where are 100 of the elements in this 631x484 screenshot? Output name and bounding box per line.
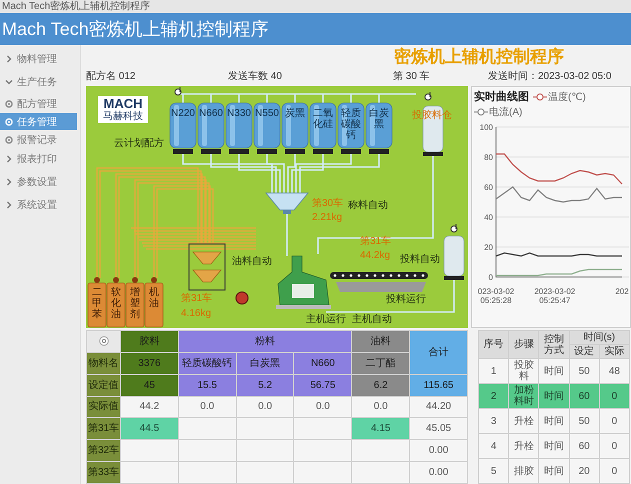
sidebar-subitem[interactable]: 报警记录 xyxy=(0,131,77,148)
table-cell: 0.0 xyxy=(178,396,236,418)
table-cell: 4 xyxy=(478,434,509,458)
column-header: 控制方式 xyxy=(538,330,570,358)
table-row[interactable]: 5 排胶 时间 20 0 xyxy=(478,458,630,484)
table-cell: 0.00 xyxy=(410,440,468,462)
tick-label: 2023-03-02 05:25:47 xyxy=(533,287,576,305)
legend-label: 电流(A) xyxy=(489,106,522,119)
silo-label: N220 xyxy=(171,108,195,119)
silo-label: N330 xyxy=(227,108,251,119)
status-label: 油料自动 xyxy=(232,256,272,267)
cars-sent-label: 发送车数 40 xyxy=(228,70,283,84)
column-header: 油料 xyxy=(352,330,410,352)
table-cell: 0 xyxy=(599,408,630,434)
table-cell: 时间 xyxy=(538,358,570,384)
send-time-label: 发送时间：2023-03-02 05:0 xyxy=(488,70,612,84)
tick-label: 60 xyxy=(484,183,493,192)
silo-label: 二氧化硅 xyxy=(312,108,334,130)
table-cell: 45.05 xyxy=(410,418,468,440)
table-cell: 0.0 xyxy=(352,396,410,418)
chart-title: 实时曲线图 xyxy=(474,90,529,104)
recipe-source-label: 云计划配方 xyxy=(114,138,164,149)
row-header: 实际值 xyxy=(86,396,120,418)
legend-marker-icon xyxy=(533,92,547,100)
table-row[interactable]: 4 升栓 时间 60 0 xyxy=(478,434,630,458)
tank-label: 二甲苯 xyxy=(92,287,102,320)
table-cell: 48 xyxy=(599,358,630,384)
status-label: 主机运行 xyxy=(306,314,346,325)
table-row[interactable]: 3 升栓 时间 50 0 xyxy=(478,408,630,434)
tick-label: 40 xyxy=(484,213,493,222)
table-cell: 20 xyxy=(569,458,600,484)
tick-label: 023-03-02 05:25:28 xyxy=(476,287,516,305)
tick-label: 202 xyxy=(615,287,629,296)
status-label: 称料自动 xyxy=(348,200,388,211)
app-title: Mach Tech密炼机上辅机控制程序 xyxy=(1,18,269,41)
sidebar-subitem[interactable]: 配方管理 xyxy=(0,95,77,112)
row-header: 第31车 xyxy=(86,418,120,440)
legend-label: 温度(℃) xyxy=(548,90,586,104)
sidebar-item[interactable]: 报表打印 xyxy=(0,149,80,169)
table-cell: 时间 xyxy=(538,408,570,434)
silo-label: N660 xyxy=(199,108,223,119)
table-cell: 56.75 xyxy=(294,374,352,396)
column-header: 合计 xyxy=(410,330,468,374)
table-cell: 44.2 xyxy=(120,396,178,418)
table-cell: 二丁酯 xyxy=(352,352,410,374)
column-header: 胶料 xyxy=(120,330,178,352)
window-title: Mach Tech密炼机上辅机控制程序 xyxy=(2,0,150,12)
sidebar-item[interactable]: 物料管理 xyxy=(0,49,80,69)
table-cell: 升栓 xyxy=(508,434,539,458)
car-number: 第30车 xyxy=(312,198,344,209)
table-cell: 时间 xyxy=(538,384,570,408)
table-cell: 时间 xyxy=(538,458,570,484)
table-cell: 44.5 xyxy=(120,418,178,440)
row-header: 设定值 xyxy=(86,374,120,396)
table-cell: 0 xyxy=(599,458,630,484)
table-cell: 5.2 xyxy=(236,374,294,396)
table-cell: 5 xyxy=(478,458,509,484)
sidebar-subitem[interactable]: 任务管理 xyxy=(0,113,77,130)
table-cell: 3 xyxy=(478,408,509,434)
status-label: 主机自动 xyxy=(352,314,392,325)
tick-label: 80 xyxy=(484,153,493,162)
car-number: 第31车 xyxy=(360,236,392,247)
table-cell: 6.2 xyxy=(352,374,410,396)
column-header: 实际 xyxy=(599,344,630,358)
weight-reading: 4.16kg xyxy=(181,308,212,319)
table-cell: 0.0 xyxy=(294,396,352,418)
table-cell: 3376 xyxy=(120,352,178,374)
table-row[interactable]: 1 投胶料 时间 50 48 xyxy=(478,358,630,384)
tank-label: 软化油 xyxy=(111,287,121,320)
sidebar-item[interactable]: 系统设置 xyxy=(0,195,80,215)
column-header: 序号 xyxy=(478,330,509,358)
tick-label: 0 xyxy=(488,273,493,282)
table-cell: 60 xyxy=(569,384,600,408)
table-cell: 60 xyxy=(569,434,600,458)
table-cell: 时间 xyxy=(538,434,570,458)
row-header: 物料名 xyxy=(86,352,120,374)
table-cell: 0.00 xyxy=(410,462,468,484)
table-cell: 15.5 xyxy=(178,374,236,396)
status-label: 投料运行 xyxy=(386,294,426,305)
table-cell: 白炭黑 xyxy=(236,352,294,374)
logo-text: MACH xyxy=(102,97,144,111)
silo-label: N550 xyxy=(255,108,279,119)
logo-subtitle: 马赫科技 xyxy=(102,111,144,122)
table-cell: 50 xyxy=(569,358,600,384)
silo-label: 白炭黑 xyxy=(368,108,390,130)
table-cell: 排胶 xyxy=(508,458,539,484)
tick-label: 100 xyxy=(480,123,493,132)
table-cell: N660 xyxy=(294,352,352,374)
sidebar-item[interactable]: 参数设置 xyxy=(0,172,80,192)
status-label: 投料自动 xyxy=(400,254,440,265)
table-cell: 0.0 xyxy=(236,396,294,418)
table-cell: 50 xyxy=(569,408,600,434)
tank-label: 机油 xyxy=(149,287,159,309)
table-cell: 投胶料 xyxy=(508,358,539,384)
table-cell: 0 xyxy=(599,384,630,408)
column-header: 步骤 xyxy=(508,330,539,358)
sidebar-item[interactable]: 生产任务 xyxy=(0,72,80,92)
table-row[interactable]: 2 加粉料时 时间 60 0 xyxy=(478,384,630,408)
row-header: 第33车 xyxy=(86,462,120,484)
table-cell: 45 xyxy=(120,374,178,396)
